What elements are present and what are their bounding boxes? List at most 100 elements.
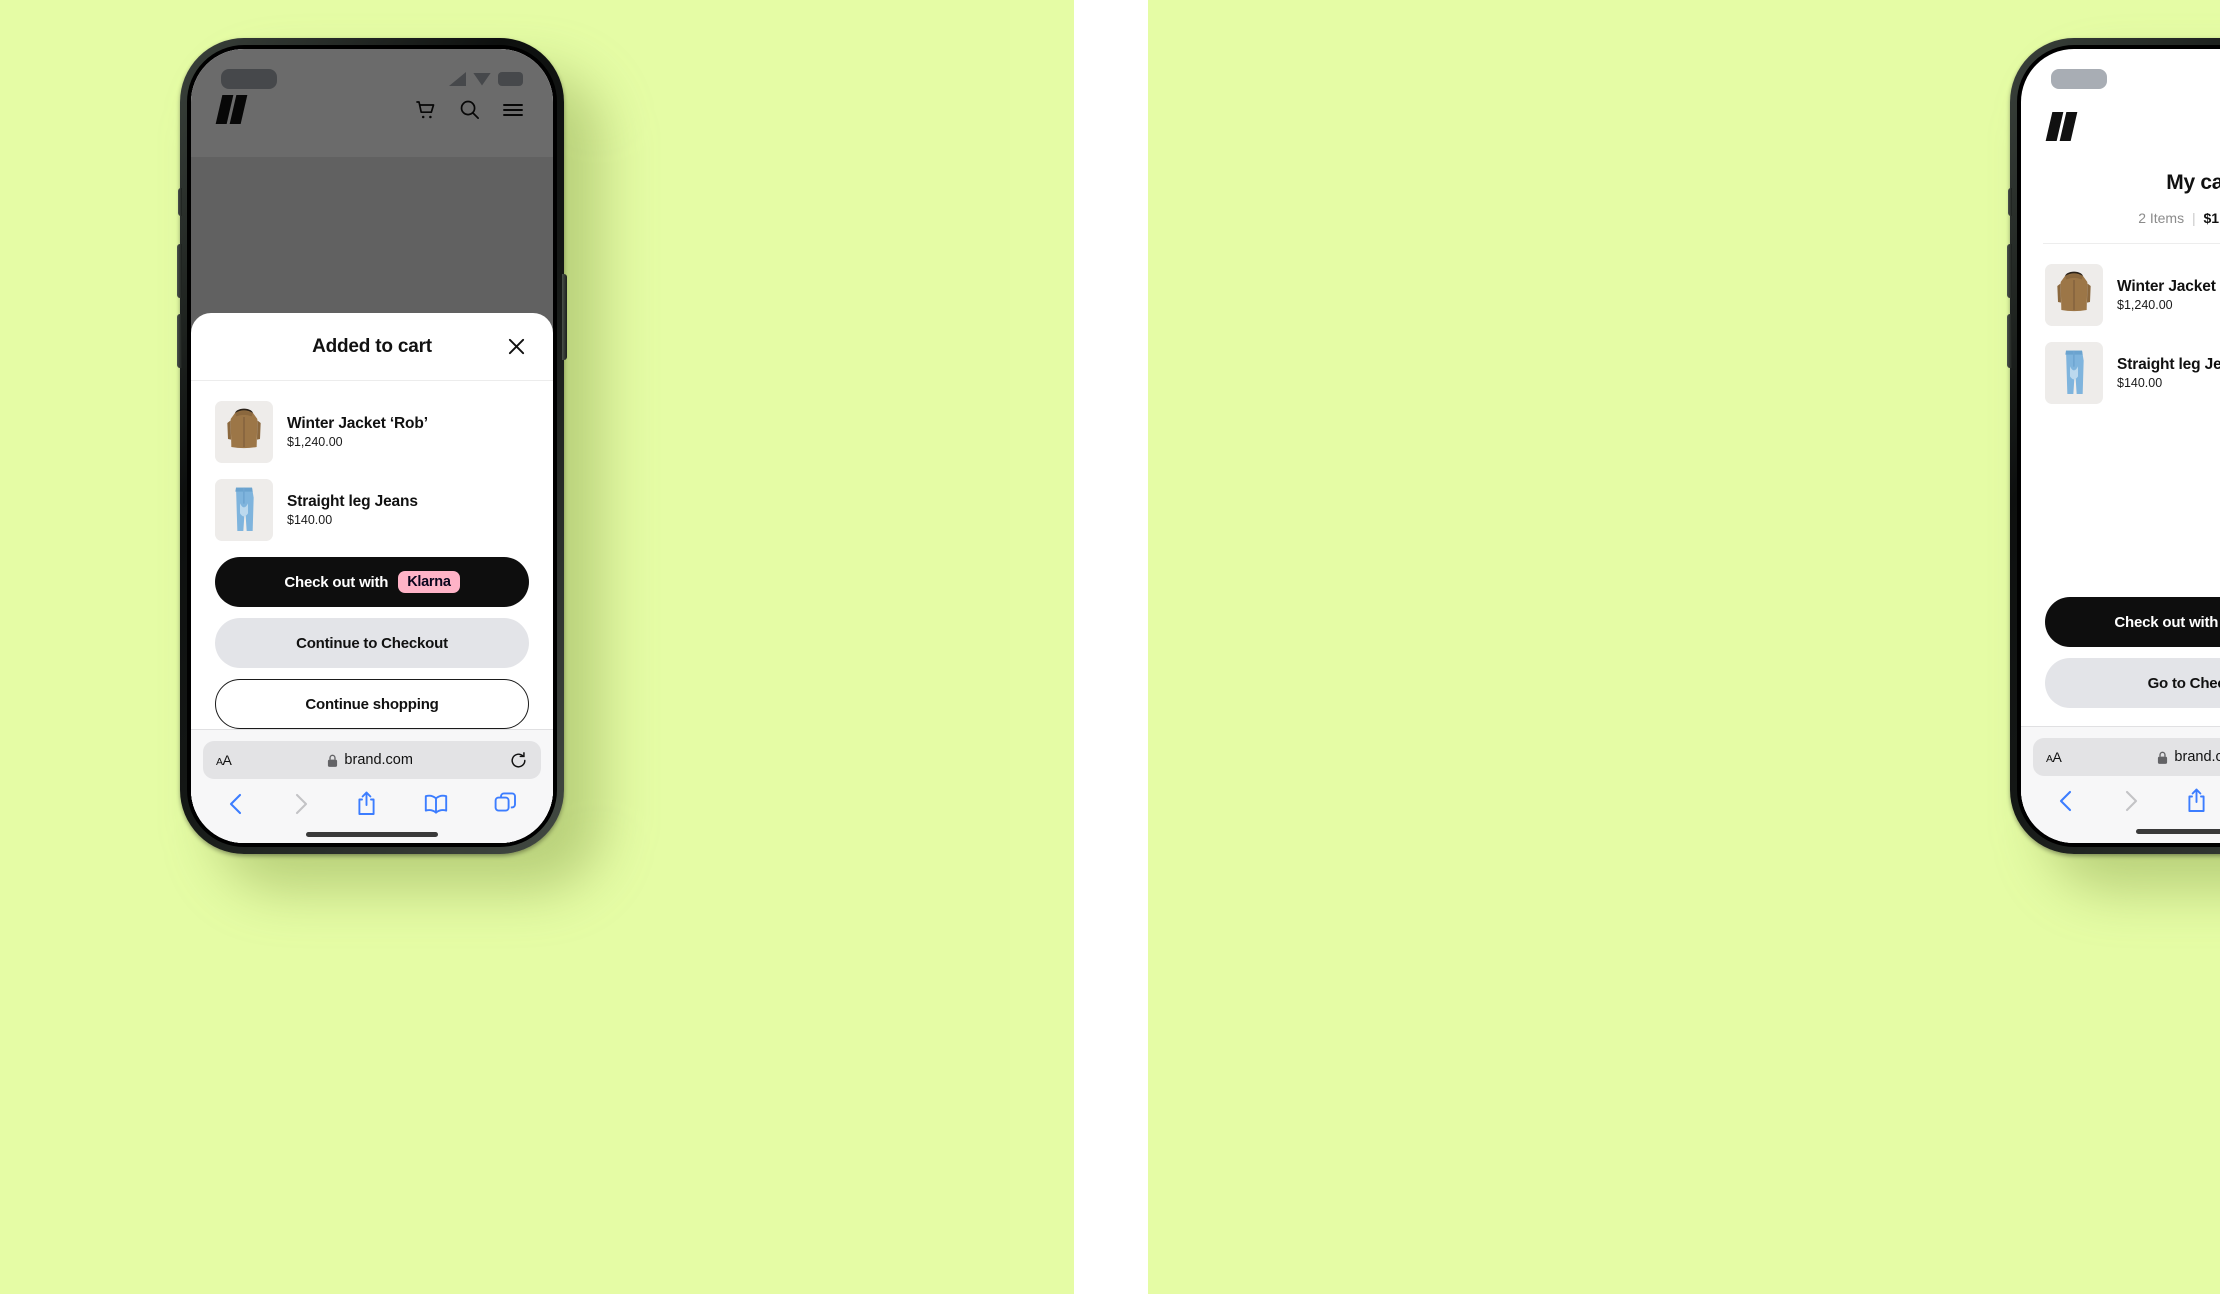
safari-toolbar: [2033, 776, 2220, 813]
book-icon[interactable]: [424, 793, 448, 815]
klarna-prefix-label: Check out with: [284, 573, 389, 591]
item-text: Straight leg Jeans $140.00: [287, 493, 418, 527]
lock-icon: [2158, 751, 2168, 764]
power-button[interactable]: [562, 274, 567, 360]
cart-summary: 2 Items | $1,380.00: [2021, 210, 2220, 226]
phone-screen: Added to cart Winter Jacket ‘Rob’ $1,240…: [191, 49, 553, 843]
cart-page: My cart 2 Items | $1,380.00: [2021, 157, 2220, 843]
safari-bottom-bar: AA brand.com: [2021, 726, 2220, 843]
tabs-icon[interactable]: [494, 792, 517, 815]
status-time-placeholder: [221, 69, 277, 89]
status-bar: [191, 49, 553, 95]
phone-screen: 2: [2021, 49, 2220, 843]
lock-icon: [328, 754, 338, 767]
close-icon[interactable]: [503, 334, 529, 360]
jeans-thumbnail: [2045, 342, 2103, 404]
status-time-placeholder: [2051, 69, 2107, 89]
summary-separator: |: [2191, 210, 2196, 226]
status-indicators: [449, 72, 523, 86]
safari-toolbar: [203, 779, 541, 816]
continue-shopping-button[interactable]: Continue shopping: [215, 679, 529, 729]
home-indicator: [2136, 829, 2220, 834]
home-indicator: [306, 832, 438, 837]
comparison-stage: Added to cart Winter Jacket ‘Rob’ $1,240…: [0, 0, 2220, 1294]
share-icon[interactable]: [2186, 788, 2207, 813]
cart-total: $1,380.00: [2203, 210, 2220, 226]
text-size-button[interactable]: AA: [216, 752, 232, 768]
sheet-cta-group: Check out with Klarna Continue to Checko…: [191, 557, 553, 729]
phone-frame: 2: [2007, 38, 2220, 854]
text-size-button[interactable]: AA: [2046, 749, 2062, 765]
item-text: Winter Jacket ‘Rob’ $1,240.00: [2117, 278, 2220, 312]
safari-bottom-bar: AA brand.com: [191, 729, 553, 843]
item-name: Winter Jacket ‘Rob’: [287, 415, 428, 432]
brand-logo[interactable]: [215, 95, 248, 124]
cart-cta-group: Check out with Klarna Go to Checkout: [2021, 597, 2220, 708]
phone-bezel: Added to cart Winter Jacket ‘Rob’ $1,240…: [187, 45, 557, 847]
item-price: $140.00: [2117, 376, 2163, 390]
item-name: Winter Jacket ‘Rob’: [2117, 278, 2220, 295]
url-bar[interactable]: AA brand.com: [2033, 738, 2220, 776]
right-phone-mockup: 2: [2007, 38, 2220, 890]
item-price: $1,240.00: [2117, 298, 2173, 312]
winter-jacket-thumbnail: [215, 401, 273, 463]
klarna-prefix-label: Check out with: [2114, 613, 2219, 631]
volume-up-button[interactable]: [2007, 244, 2012, 298]
phone-bezel: 2: [2017, 45, 2220, 847]
search-icon[interactable]: [458, 98, 481, 121]
brand-logo[interactable]: [2045, 111, 2078, 141]
reload-icon[interactable]: [509, 751, 528, 770]
cart-icon[interactable]: [414, 98, 438, 122]
jeans-thumbnail: [215, 479, 273, 541]
cart-item-count: 2 Items: [2138, 210, 2185, 226]
wifi-icon: [473, 72, 491, 86]
left-panel: Added to cart Winter Jacket ‘Rob’ $1,240…: [0, 0, 1074, 1294]
volume-up-button[interactable]: [177, 244, 182, 298]
chevron-left-icon[interactable]: [2057, 789, 2075, 813]
chevron-left-icon[interactable]: [227, 792, 245, 816]
site-header: [191, 95, 553, 124]
sheet-title: Added to cart: [312, 335, 432, 357]
sheet-item-list: Winter Jacket ‘Rob’ $1,240.00 Straight l…: [191, 381, 553, 557]
item-text: Straight leg Jeans $140.00: [2117, 356, 2220, 390]
added-to-cart-sheet: Added to cart Winter Jacket ‘Rob’ $1,240…: [191, 313, 553, 843]
url-bar[interactable]: AA brand.com: [203, 741, 541, 779]
silent-switch[interactable]: [2008, 188, 2012, 216]
page-title: My cart: [2166, 171, 2220, 194]
item-text: Winter Jacket ‘Rob’ $1,240.00: [287, 415, 428, 449]
chevron-right-icon: [2122, 789, 2140, 813]
klarna-logo: Klarna: [398, 570, 460, 594]
item-name: Straight leg Jeans: [287, 493, 418, 510]
list-item[interactable]: Winter Jacket ‘Rob’ $1,240.00: [2045, 258, 2220, 336]
chevron-right-icon: [292, 792, 310, 816]
status-bar: [2021, 49, 2220, 95]
url-display[interactable]: brand.com: [2061, 749, 2220, 765]
hamburger-menu-icon[interactable]: [501, 98, 525, 122]
volume-down-button[interactable]: [177, 314, 182, 368]
item-price: $1,240.00: [287, 435, 343, 449]
list-item[interactable]: Straight leg Jeans $140.00: [215, 473, 529, 551]
sheet-header: Added to cart: [191, 313, 553, 381]
list-item[interactable]: Winter Jacket ‘Rob’ $1,240.00: [215, 395, 529, 473]
go-to-checkout-button[interactable]: Go to Checkout: [2045, 658, 2220, 708]
left-phone-mockup: Added to cart Winter Jacket ‘Rob’ $1,240…: [177, 38, 602, 890]
winter-jacket-thumbnail: [2045, 264, 2103, 326]
cart-item-list: Winter Jacket ‘Rob’ $1,240.00: [2021, 244, 2220, 420]
item-name: Straight leg Jeans: [2117, 356, 2220, 373]
battery-icon: [498, 72, 523, 86]
url-text: brand.com: [2174, 749, 2220, 765]
continue-to-checkout-button[interactable]: Continue to Checkout: [215, 618, 529, 668]
url-text: brand.com: [344, 752, 413, 768]
panel-gutter: [1074, 0, 1148, 1294]
volume-down-button[interactable]: [2007, 314, 2012, 368]
share-icon[interactable]: [356, 791, 377, 816]
header-icons: [414, 98, 525, 122]
list-item[interactable]: Straight leg Jeans $140.00: [2045, 336, 2220, 414]
right-panel: 2: [1148, 0, 2220, 1294]
checkout-with-klarna-button[interactable]: Check out with Klarna: [2045, 597, 2220, 647]
checkout-with-klarna-button[interactable]: Check out with Klarna: [215, 557, 529, 607]
item-price: $140.00: [287, 513, 333, 527]
url-display[interactable]: brand.com: [231, 752, 509, 768]
phone-frame: Added to cart Winter Jacket ‘Rob’ $1,240…: [177, 38, 567, 854]
silent-switch[interactable]: [178, 188, 182, 216]
